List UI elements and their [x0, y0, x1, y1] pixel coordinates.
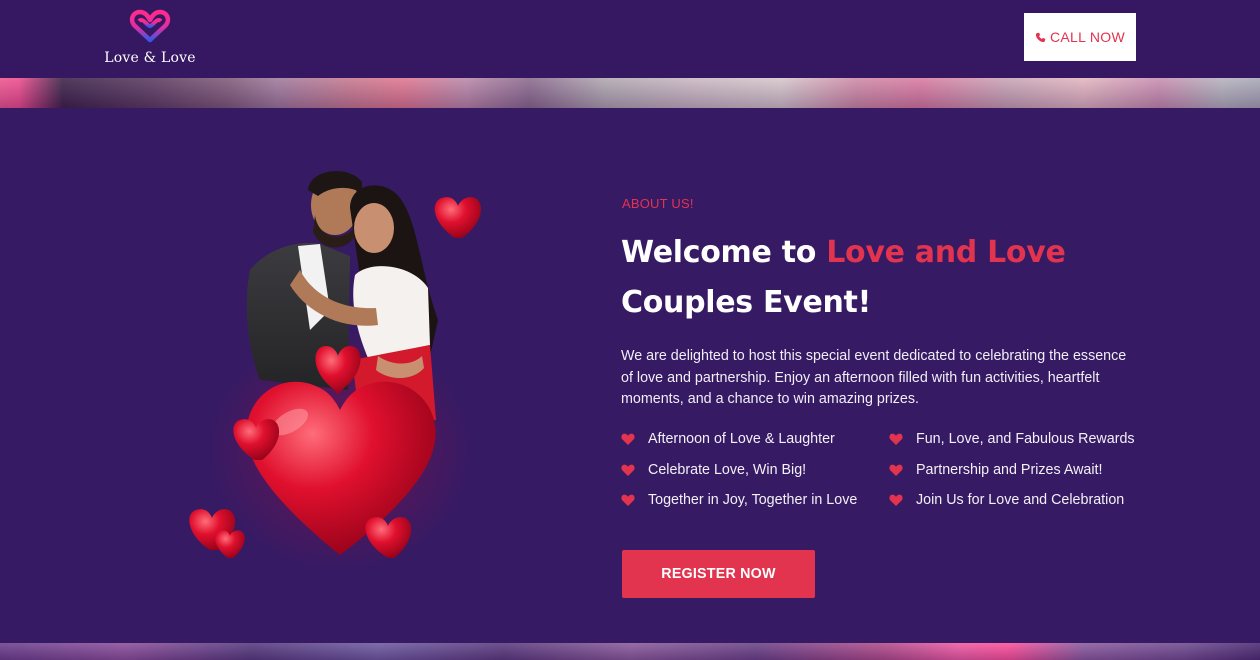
site-header: Love & Love CALL NOW — [0, 0, 1260, 78]
feature-item: Afternoon of Love & Laughter — [621, 424, 889, 455]
feature-label: Join Us for Love and Celebration — [916, 492, 1125, 509]
logo[interactable]: Love & Love — [104, 8, 196, 70]
decorative-banner-strip — [0, 78, 1260, 108]
feature-label: Fun, Love, and Fabulous Rewards — [916, 431, 1135, 448]
feature-item: Together in Joy, Together in Love — [621, 485, 889, 516]
phone-icon — [1035, 32, 1046, 42]
heart-icon — [889, 464, 903, 476]
heart-icon — [889, 494, 903, 507]
logo-text: Love & Love — [104, 50, 196, 66]
feature-label: Partnership and Prizes Await! — [916, 461, 1103, 478]
headline-accent: Love and Love — [826, 235, 1066, 270]
feature-item: Join Us for Love and Celebration — [889, 485, 1157, 516]
feature-item: Fun, Love, and Fabulous Rewards — [889, 424, 1157, 455]
headline-outro: Couples Event! — [621, 285, 871, 320]
feature-list: Afternoon of Love & Laughter Fun, Love, … — [621, 424, 1161, 516]
feature-label: Afternoon of Love & Laughter — [648, 431, 835, 448]
heart-icon — [889, 433, 903, 446]
section-eyebrow: ABOUT US! — [622, 196, 694, 211]
page-title: Welcome to Love and Love Couples Event! — [621, 228, 1101, 328]
heart-icon — [621, 494, 635, 507]
feature-item: Celebrate Love, Win Big! — [621, 455, 889, 486]
heart-icon — [621, 433, 635, 446]
feature-label: Celebrate Love, Win Big! — [648, 461, 807, 478]
couple-hearts-image — [189, 171, 482, 570]
call-now-button[interactable]: CALL NOW — [1024, 13, 1136, 61]
decorative-footer-strip — [0, 643, 1260, 660]
headline-intro: Welcome to — [621, 235, 827, 270]
infinity-heart-icon — [129, 9, 171, 43]
about-description: We are delighted to host this special ev… — [621, 348, 1127, 407]
heart-icon — [621, 464, 635, 476]
register-now-button[interactable]: REGISTER NOW — [622, 550, 815, 598]
call-now-label: CALL NOW — [1049, 29, 1125, 45]
feature-label: Together in Joy, Together in Love — [648, 492, 858, 509]
feature-item: Partnership and Prizes Await! — [889, 455, 1157, 486]
